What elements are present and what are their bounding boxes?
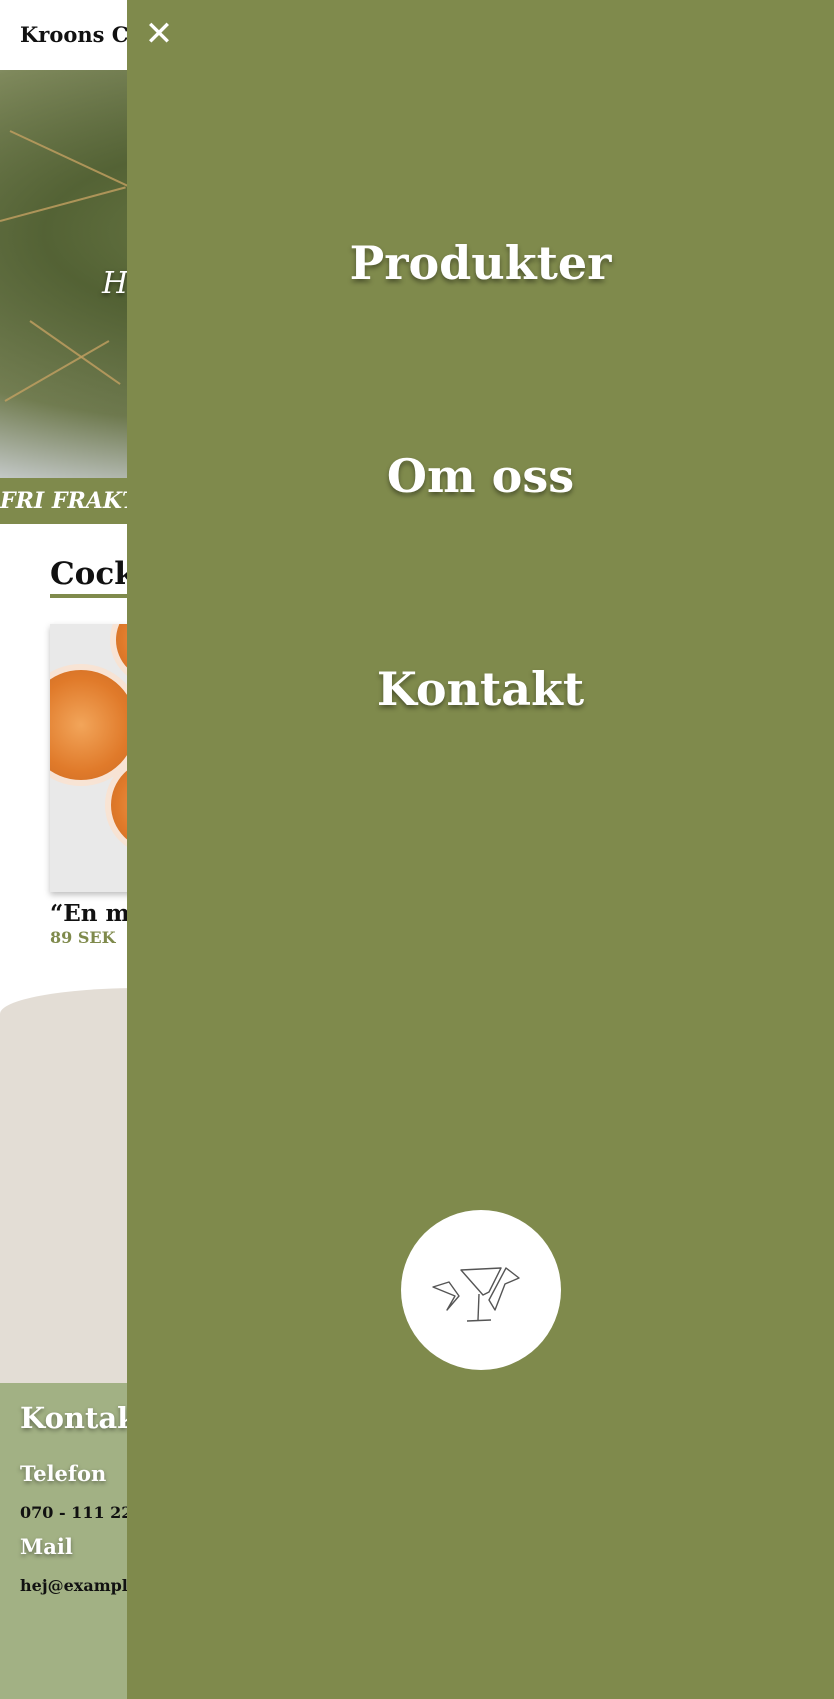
phone-label: Telefon <box>20 1461 107 1486</box>
mail-label: Mail <box>20 1534 73 1559</box>
brand-name[interactable]: Kroons Co <box>20 22 142 47</box>
menu-overlay: ✕ Produkter Om oss Kontakt <box>127 0 834 1699</box>
logo[interactable] <box>401 1210 561 1370</box>
hero-heading: H <box>102 266 129 301</box>
close-icon[interactable]: ✕ <box>143 17 175 51</box>
cocktail-glass-icon <box>432 1267 520 1322</box>
menu-item-kontakt[interactable]: Kontakt <box>127 662 834 716</box>
menu-item-om-oss[interactable]: Om oss <box>127 449 834 503</box>
product-price: 89 SEK <box>50 928 116 947</box>
mail-value[interactable]: hej@example <box>20 1576 138 1595</box>
menu-item-produkter[interactable]: Produkter <box>127 236 834 290</box>
